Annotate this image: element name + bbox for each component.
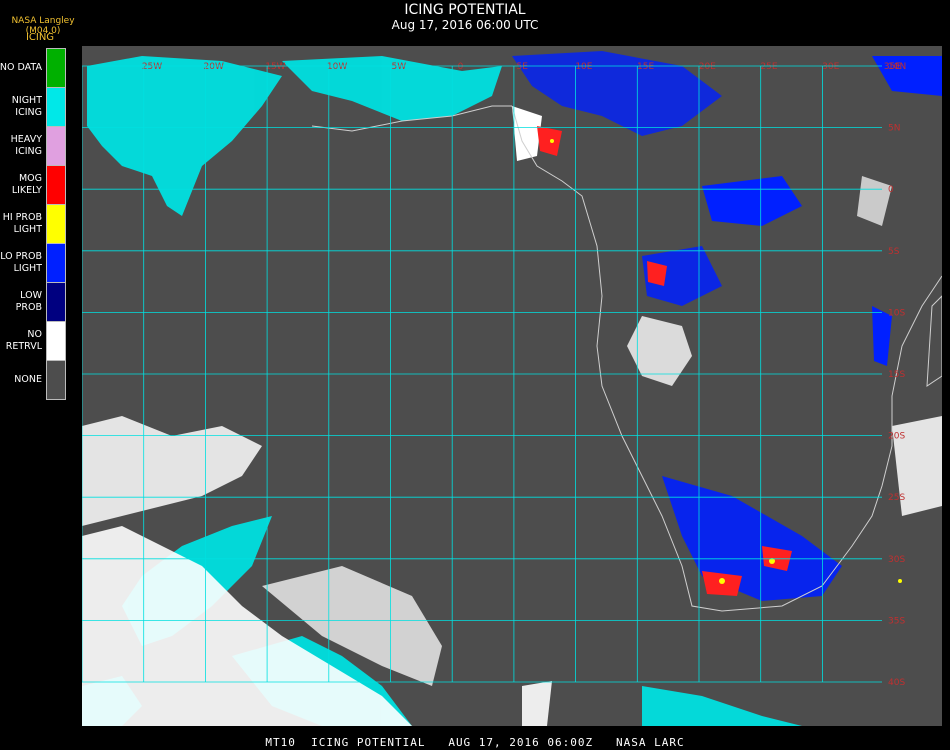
longitude-label: 30E xyxy=(822,62,839,72)
legend-swatch xyxy=(46,204,66,243)
icing-map: 25W 20W 15W 10W 5W 0 5E 10E 15E 20E 25E 30E 35E 10N 5N… xyxy=(82,46,942,726)
legend-title: ICING xyxy=(25,32,55,43)
madagascar-outline xyxy=(926,295,942,387)
longitude-label: 25W xyxy=(142,62,162,72)
product-title: ICING POTENTIAL xyxy=(404,2,526,18)
latitude-label: 35S xyxy=(888,616,905,626)
footer-caption: MT10 ICING POTENTIAL AUG 17, 2016 06:00Z… xyxy=(265,736,685,749)
map-canvas: 25W 20W 15W 10W 5W 0 5E 10E 15E 20E 25E 30E 35E10N5N… xyxy=(82,51,942,726)
longitude-label: 0 xyxy=(458,62,464,72)
longitude-label: 5E xyxy=(516,62,528,72)
legend-item-heavy-icing: HEAVY ICING xyxy=(0,126,66,165)
legend-swatch xyxy=(46,126,66,165)
legend-item-none: NONE xyxy=(0,360,66,400)
legend-swatch xyxy=(46,243,66,282)
legend-label: MOG LIKELY xyxy=(11,172,42,196)
legend-swatch xyxy=(46,360,66,400)
legend-swatch xyxy=(46,321,66,360)
valid-time: Aug 17, 2016 06:00 UTC xyxy=(391,18,539,32)
legend-label: HI PROB LIGHT xyxy=(2,211,42,235)
legend-item-hi-prob-light: HI PROB LIGHT xyxy=(0,204,66,243)
legend-label: NONE xyxy=(14,373,42,385)
legend-label: HEAVY ICING xyxy=(10,133,42,157)
no-retrieval-field xyxy=(82,106,942,726)
legend-item-low-prob: LOW PROB xyxy=(0,282,66,321)
longitude-label: 10E xyxy=(575,62,592,72)
longitude-label: 20E xyxy=(699,62,716,72)
latitude-label: 40S xyxy=(888,678,905,688)
legend-label: NO RETRVL xyxy=(5,328,42,352)
longitude-label: 25E xyxy=(760,62,777,72)
legend-label: NIGHT ICING xyxy=(11,94,42,118)
legend-item-lo-prob-light: LO PROB LIGHT xyxy=(0,243,66,282)
longitude-label: 15W xyxy=(265,62,285,72)
longitude-label: 15E xyxy=(637,62,654,72)
latitude-label: 5N xyxy=(888,124,900,134)
latitude-label: 15S xyxy=(888,370,905,380)
longitude-label: 5W xyxy=(391,62,406,72)
legend-item-no-data: NO DATA xyxy=(0,48,66,87)
color-legend: NO DATA NIGHT ICING HEAVY ICING MOG LIKE… xyxy=(0,48,66,400)
latitude-label: 20S xyxy=(888,432,905,442)
longitude-label: 10W xyxy=(327,62,347,72)
legend-swatch xyxy=(46,87,66,126)
legend-item-night-icing: NIGHT ICING xyxy=(0,87,66,126)
legend-label: LO PROB LIGHT xyxy=(0,250,42,274)
longitude-label: 20W xyxy=(204,62,224,72)
latitude-label: 10N xyxy=(888,62,906,72)
latitude-label: 30S xyxy=(888,555,905,565)
latitude-label: 0 xyxy=(888,185,894,195)
latitude-label: 5S xyxy=(888,247,900,257)
legend-item-mog-likely: MOG LIKELY xyxy=(0,165,66,204)
legend-swatch xyxy=(46,48,66,87)
legend-item-no-retrieval: NO RETRVL xyxy=(0,321,66,360)
latitude-label: 10S xyxy=(888,308,905,318)
legend-swatch xyxy=(46,165,66,204)
legend-label: NO DATA xyxy=(0,61,42,73)
legend-label: LOW PROB xyxy=(15,289,42,313)
lo-prob-light-field xyxy=(512,51,942,601)
latitude-label: 25S xyxy=(888,493,905,503)
legend-swatch xyxy=(46,282,66,321)
